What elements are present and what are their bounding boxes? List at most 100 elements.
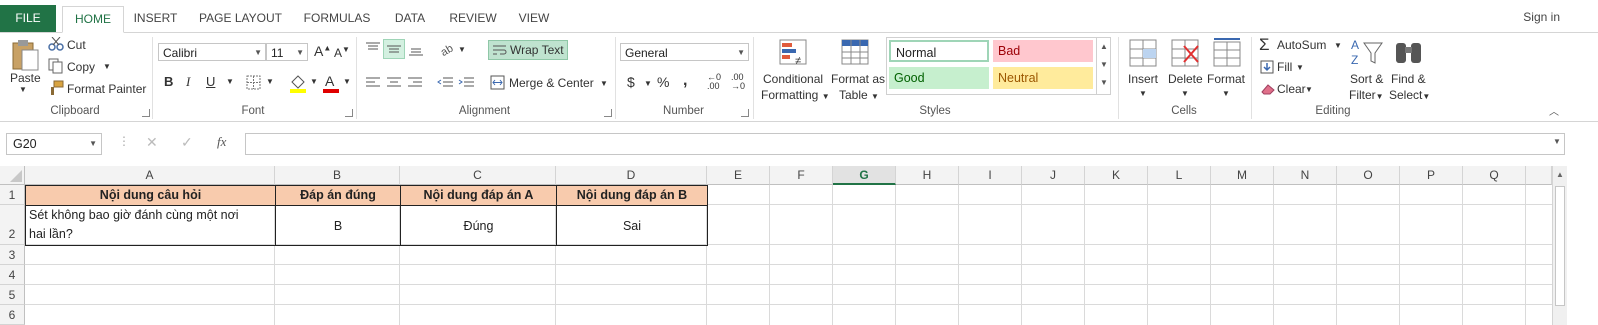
font-color-dropdown-icon[interactable]: ▼	[343, 77, 351, 86]
format-dropdown-icon[interactable]: ▼	[1222, 89, 1230, 98]
bold-button[interactable]: B	[164, 74, 173, 89]
sort-filter-button[interactable]: Sort &	[1350, 72, 1383, 86]
enter-icon[interactable]: ✓	[181, 134, 193, 151]
formula-input[interactable]	[245, 133, 1565, 155]
cancel-icon[interactable]: ✕	[146, 134, 158, 151]
column-header-n[interactable]: N	[1274, 166, 1337, 185]
gallery-up-icon[interactable]: ▲	[1097, 38, 1111, 56]
style-neutral[interactable]: Neutral	[993, 67, 1093, 89]
clipboard-dialog-launcher[interactable]	[142, 109, 150, 117]
column-header-f[interactable]: F	[770, 166, 833, 185]
column-header-k[interactable]: K	[1085, 166, 1148, 185]
style-bad[interactable]: Bad	[993, 40, 1093, 62]
column-header-c[interactable]: C	[400, 166, 556, 185]
comma-style-button[interactable]: ,	[683, 72, 687, 90]
gallery-more-icon[interactable]: ▼	[1097, 74, 1111, 92]
align-center-icon[interactable]	[385, 75, 403, 91]
font-color-icon[interactable]: A	[322, 73, 340, 93]
insert-function-icon[interactable]: fx	[217, 134, 226, 150]
font-size-combo[interactable]: 11 ▼	[266, 43, 308, 61]
fill-button[interactable]: Fill	[1277, 60, 1292, 74]
row-header-6[interactable]: 6	[0, 305, 25, 325]
merge-center-button[interactable]: Merge & Center	[509, 76, 594, 90]
column-header-i[interactable]: I	[959, 166, 1022, 185]
decrease-decimal-icon[interactable]: .00 →0	[731, 73, 745, 91]
align-middle-button[interactable]	[383, 39, 405, 59]
name-box[interactable]: G20 ▼	[6, 133, 102, 155]
tab-insert[interactable]: INSERT	[128, 6, 183, 32]
underline-button[interactable]: U	[206, 74, 215, 89]
column-header-j[interactable]: J	[1022, 166, 1085, 185]
format-as-table-button[interactable]: Format as	[831, 72, 885, 86]
copy-button[interactable]: Copy	[67, 60, 95, 74]
column-header-p[interactable]: P	[1400, 166, 1463, 185]
clear-button[interactable]: Clear	[1277, 82, 1306, 96]
cell-c1[interactable]: Nội dung đáp án A	[400, 185, 557, 206]
column-header-q[interactable]: Q	[1463, 166, 1526, 185]
tab-view[interactable]: VIEW	[512, 6, 556, 32]
cell-b1[interactable]: Đáp án đúng	[275, 185, 401, 206]
increase-font-size-icon[interactable]: A▲	[314, 43, 331, 59]
align-top-icon[interactable]	[364, 41, 382, 57]
increase-decimal-icon[interactable]: ←0.00	[707, 73, 721, 91]
merge-center-dropdown-icon[interactable]: ▼	[600, 79, 608, 88]
alignment-dialog-launcher[interactable]	[604, 109, 612, 117]
tab-review[interactable]: REVIEW	[444, 6, 502, 32]
column-header-a[interactable]: A	[25, 166, 275, 185]
italic-button[interactable]: I	[186, 74, 190, 90]
currency-dropdown-icon[interactable]: ▼	[644, 79, 652, 88]
clear-dropdown-icon[interactable]: ▼	[1305, 85, 1313, 94]
borders-dropdown-icon[interactable]: ▼	[266, 77, 274, 86]
orientation-dropdown-icon[interactable]: ▼	[458, 45, 466, 54]
cell-a2[interactable]: Sét không bao giờ đánh cùng một nơi hai …	[25, 205, 276, 246]
cell-d2[interactable]: Sai	[556, 205, 708, 246]
column-header-h[interactable]: H	[896, 166, 959, 185]
conditional-formatting-button[interactable]: Conditional	[763, 72, 823, 86]
collapse-ribbon-icon[interactable]: ︿	[1549, 103, 1559, 118]
borders-icon[interactable]	[246, 75, 262, 91]
column-header-d[interactable]: D	[556, 166, 707, 185]
copy-dropdown-icon[interactable]: ▼	[103, 62, 111, 71]
tab-page-layout[interactable]: PAGE LAYOUT	[193, 6, 288, 32]
insert-cells-button[interactable]: Insert	[1128, 72, 1158, 86]
cell-b2[interactable]: B	[275, 205, 401, 246]
font-name-combo[interactable]: Calibri ▼	[158, 43, 266, 61]
column-header-g[interactable]: G	[833, 166, 896, 185]
fill-color-icon[interactable]	[288, 73, 308, 93]
select-all-corner[interactable]	[0, 166, 25, 185]
gallery-down-icon[interactable]: ▼	[1097, 56, 1111, 74]
sign-in-link[interactable]: Sign in	[1523, 10, 1560, 24]
cell-a1[interactable]: Nội dung câu hỏi	[25, 185, 276, 206]
orientation-icon[interactable]: ab	[438, 41, 458, 57]
underline-dropdown-icon[interactable]: ▼	[226, 77, 234, 86]
row-header-5[interactable]: 5	[0, 285, 25, 305]
increase-indent-icon[interactable]	[458, 75, 476, 91]
align-right-icon[interactable]	[406, 75, 424, 91]
column-header-m[interactable]: M	[1211, 166, 1274, 185]
row-header-2[interactable]: 2	[0, 205, 25, 245]
column-header-e[interactable]: E	[707, 166, 770, 185]
number-format-combo[interactable]: General ▼	[620, 43, 749, 61]
fill-color-dropdown-icon[interactable]: ▼	[310, 77, 318, 86]
row-header-1[interactable]: 1	[0, 185, 25, 205]
delete-cells-button[interactable]: Delete	[1168, 72, 1203, 86]
row-header-4[interactable]: 4	[0, 265, 25, 285]
paste-icon[interactable]	[10, 38, 40, 72]
vertical-scrollbar[interactable]: ▲	[1552, 166, 1567, 325]
autosum-dropdown-icon[interactable]: ▼	[1334, 41, 1342, 50]
paste-button[interactable]: Paste	[10, 71, 41, 85]
decrease-indent-icon[interactable]	[437, 75, 455, 91]
delete-dropdown-icon[interactable]: ▼	[1181, 89, 1189, 98]
insert-dropdown-icon[interactable]: ▼	[1139, 89, 1147, 98]
format-painter-button[interactable]: Format Painter	[67, 82, 146, 96]
wrap-text-button[interactable]: Wrap Text	[488, 40, 568, 60]
format-cells-button[interactable]: Format	[1207, 72, 1245, 86]
align-bottom-icon[interactable]	[407, 41, 425, 57]
cell-d1[interactable]: Nội dung đáp án B	[556, 185, 708, 206]
cut-button[interactable]: Cut	[67, 38, 86, 52]
column-header-b[interactable]: B	[275, 166, 400, 185]
tab-file[interactable]: FILE	[0, 5, 56, 32]
number-dialog-launcher[interactable]	[741, 109, 749, 117]
autosum-button[interactable]: AutoSum	[1277, 38, 1326, 52]
scroll-thumb[interactable]	[1555, 186, 1565, 306]
